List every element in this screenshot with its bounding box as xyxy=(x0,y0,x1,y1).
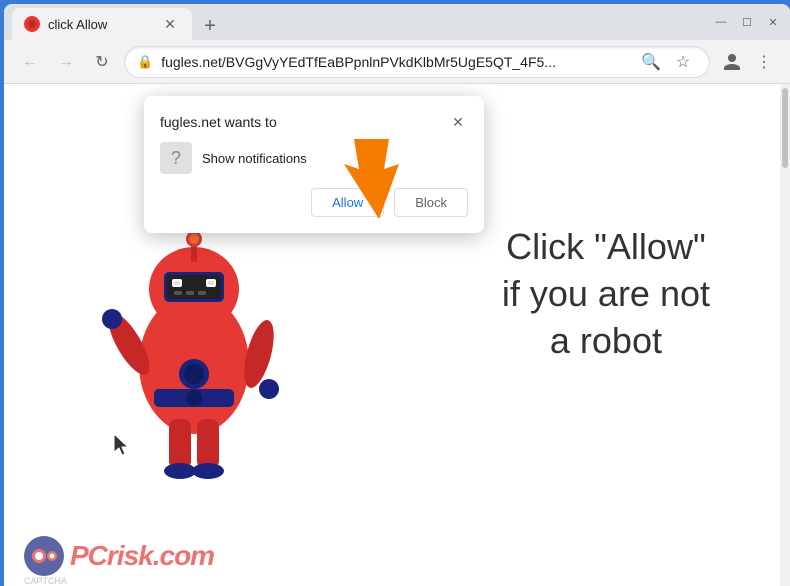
new-tab-button[interactable]: + xyxy=(196,12,224,40)
tab-area: click Allow ✕ + xyxy=(12,4,704,40)
minimize-button[interactable]: — xyxy=(712,13,730,31)
popup-body: ? Show notifications xyxy=(160,142,468,174)
window-controls: — ☐ ✕ xyxy=(712,13,782,31)
click-allow-line2: if you are not xyxy=(502,271,710,318)
popup-title: fugles.net wants to xyxy=(160,114,277,130)
scrollbar-thumb[interactable] xyxy=(782,88,788,168)
pcr-brand-name: risk.com xyxy=(107,540,214,571)
search-icon[interactable]: 🔍 xyxy=(637,48,665,76)
popup-header: fugles.net wants to ✕ xyxy=(160,112,468,132)
popup-close-button[interactable]: ✕ xyxy=(448,112,468,132)
pcr-watermark: CAPTCHA PCrisk.com xyxy=(24,536,214,576)
click-allow-line1: Click "Allow" xyxy=(502,224,710,271)
click-allow-line3: a robot xyxy=(502,318,710,365)
forward-button[interactable]: → xyxy=(52,48,80,76)
url-bar[interactable]: 🔒 fugles.net/BVGgVyYEdTfEaBPpnlnPVkdKlbM… xyxy=(124,46,710,78)
tab-title: click Allow xyxy=(48,17,152,32)
tab-favicon xyxy=(24,16,40,32)
popup-site-icon: ? xyxy=(160,142,192,174)
page-content: fugles.net wants to ✕ ? Show notificatio… xyxy=(4,84,790,586)
url-actions: 🔍 ☆ xyxy=(637,48,697,76)
tab-close-button[interactable]: ✕ xyxy=(160,14,180,34)
popup-buttons: Allow Block xyxy=(160,188,468,217)
popup-notification-text: Show notifications xyxy=(202,151,307,166)
scrollbar[interactable] xyxy=(780,84,790,586)
notification-popup: fugles.net wants to ✕ ? Show notificatio… xyxy=(144,96,484,233)
bookmark-icon[interactable]: ☆ xyxy=(669,48,697,76)
pcr-brand-text: PCrisk.com xyxy=(70,540,214,572)
back-button[interactable]: ← xyxy=(16,48,44,76)
captcha-label: CAPTCHA xyxy=(24,576,67,586)
click-allow-text: Click "Allow" if you are not a robot xyxy=(502,224,710,364)
url-text: fugles.net/BVGgVyYEdTfEaBPpnlnPVkdKlbMr5… xyxy=(161,54,629,70)
maximize-button[interactable]: ☐ xyxy=(738,13,756,31)
address-bar: ← → ↻ 🔒 fugles.net/BVGgVyYEdTfEaBPpnlnPV… xyxy=(4,40,790,84)
pcr-logo xyxy=(24,536,64,576)
title-bar: click Allow ✕ + — ☐ ✕ xyxy=(4,4,790,40)
active-tab[interactable]: click Allow ✕ xyxy=(12,8,192,40)
chrome-menu: ⋮ xyxy=(718,48,778,76)
browser-window: click Allow ✕ + — ☐ ✕ ← → ↻ 🔒 fugles.net… xyxy=(4,4,790,586)
lock-icon: 🔒 xyxy=(137,54,153,70)
arrow-indicator xyxy=(324,134,414,229)
pcr-brand-prefix: PC xyxy=(70,540,107,571)
profile-icon[interactable] xyxy=(718,48,746,76)
chrome-menu-icon[interactable]: ⋮ xyxy=(750,48,778,76)
close-button[interactable]: ✕ xyxy=(764,13,782,31)
refresh-button[interactable]: ↻ xyxy=(88,48,116,76)
